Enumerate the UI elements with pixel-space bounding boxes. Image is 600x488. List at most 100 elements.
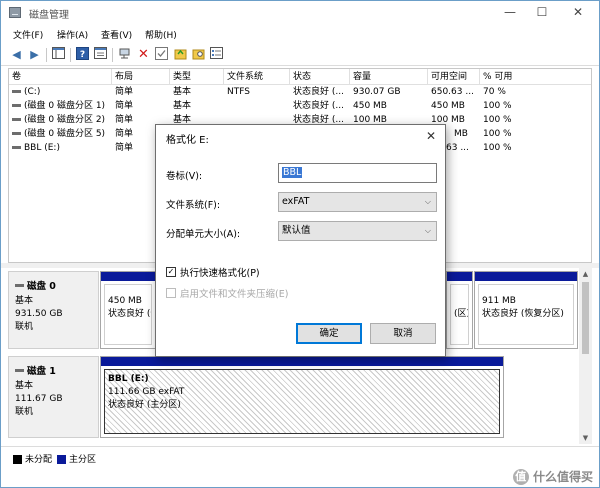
volume-label-value: BBL xyxy=(282,167,303,178)
toolbar-separator xyxy=(70,48,71,62)
forward-arrow-icon[interactable]: ▶ xyxy=(27,47,42,62)
cancel-button[interactable]: 取消 xyxy=(370,323,436,344)
disk-0-size: 931.50 GB xyxy=(15,309,63,319)
status-cell: 状态良好 (... xyxy=(293,87,344,97)
disk-0-label[interactable]: 磁盘 0 基本 931.50 GB 联机 xyxy=(8,271,99,349)
partition-status: 状态良好 (恢复分区) xyxy=(482,309,564,319)
disk-0-name: 磁盘 0 xyxy=(15,278,92,292)
checkbox-checked-icon: ✓ xyxy=(166,267,176,277)
legend-bar: 未分配 主分区 xyxy=(1,446,599,468)
disk-icon xyxy=(15,368,24,372)
chevron-down-icon: ⌵ xyxy=(424,197,431,206)
disk-1-label[interactable]: 磁盘 1 基本 111.67 GB 联机 xyxy=(8,356,99,438)
disk-management-window: 磁盘管理 — ☐ ✕ 文件(F) 操作(A) 查看(V) 帮助(H) ◀ ▶ ?… xyxy=(0,0,600,488)
partition-label: BBL (E:) xyxy=(108,374,149,384)
scroll-up-icon[interactable]: ▲ xyxy=(579,268,592,280)
partition-size: 911 MB xyxy=(482,296,516,306)
menu-view[interactable]: 查看(V) xyxy=(101,28,132,41)
back-arrow-icon[interactable]: ◀ xyxy=(9,47,24,62)
delete-icon[interactable]: ✕ xyxy=(136,47,151,62)
allocation-unit-select[interactable]: 默认值 ⌵ xyxy=(278,221,437,241)
disk-0-status: 联机 xyxy=(15,322,34,332)
window-title: 磁盘管理 xyxy=(29,10,69,21)
layout-cell: 简单 xyxy=(115,101,134,111)
partition-body: 911 MB 状态良好 (恢复分区) xyxy=(478,284,574,345)
disk-0-partition-1[interactable]: 450 MB 状态良好 (恢 xyxy=(100,271,156,349)
disk-0-type: 基本 xyxy=(15,296,34,306)
partition-stripe xyxy=(101,272,155,281)
drive-icon xyxy=(12,90,21,93)
menu-file[interactable]: 文件(F) xyxy=(13,28,43,41)
folder-up-icon[interactable] xyxy=(173,47,188,62)
quick-format-checkbox[interactable]: ✓ 执行快速格式化(P) xyxy=(166,265,260,279)
status-cell: 状态良好 (... xyxy=(293,101,344,111)
column-header-percent-free[interactable]: % 可用 xyxy=(480,69,591,85)
table-row[interactable]: (C:) 简单 基本 NTFS 状态良好 (... 930.07 GB 650.… xyxy=(9,85,591,99)
help-icon[interactable]: ? xyxy=(75,47,90,62)
partition-stripe xyxy=(101,357,503,366)
console-tree-icon[interactable] xyxy=(51,47,66,62)
partition-status: (区) xyxy=(454,309,469,319)
legend-swatch xyxy=(57,455,66,464)
dialog-close-button[interactable]: ✕ xyxy=(421,127,441,145)
disk-1-name: 磁盘 1 xyxy=(15,363,92,377)
toolbar-separator xyxy=(46,48,47,62)
column-header-layout[interactable]: 布局 xyxy=(112,69,170,85)
watermark-text: 什么值得买 xyxy=(532,469,593,484)
toolbar-separator xyxy=(112,48,113,62)
partition-stripe xyxy=(475,272,577,281)
free-space-cell: 450 MB xyxy=(431,101,465,111)
percent-free-cell: 100 % xyxy=(483,115,512,125)
drive-icon xyxy=(12,146,21,149)
volume-name-cell: (磁盘 0 磁盘分区 5) xyxy=(9,127,112,141)
disk-view-scrollbar[interactable]: ▲ ▼ xyxy=(579,268,592,444)
properties-icon[interactable] xyxy=(93,47,108,62)
file-system-label: 文件系统(F): xyxy=(166,200,221,211)
legend-swatch xyxy=(13,455,22,464)
connect-icon[interactable] xyxy=(118,47,133,62)
disk-0-partition-recovery[interactable]: 911 MB 状态良好 (恢复分区) xyxy=(474,271,578,349)
disk-1-partition-e[interactable]: BBL (E:) 111.66 GB exFAT 状态良好 (主分区) xyxy=(100,356,504,438)
ok-button[interactable]: 确定 xyxy=(296,323,362,344)
column-header-capacity[interactable]: 容量 xyxy=(350,69,428,85)
column-header-free-space[interactable]: 可用空间 xyxy=(428,69,480,85)
file-system-select[interactable]: exFAT ⌵ xyxy=(278,192,437,212)
type-cell: 基本 xyxy=(173,87,192,97)
column-header-filesystem[interactable]: 文件系统 xyxy=(224,69,290,85)
free-space-cell: 650.63 ... xyxy=(431,87,474,97)
volume-name-cell: (磁盘 0 磁盘分区 2) xyxy=(9,113,112,127)
allocation-unit-value: 默认值 xyxy=(282,225,311,236)
menu-action[interactable]: 操作(A) xyxy=(57,28,88,41)
percent-free-cell: 100 % xyxy=(483,129,512,139)
column-header-volume[interactable]: 卷 xyxy=(9,69,112,85)
partition-body: (区) xyxy=(450,284,469,345)
check-icon[interactable] xyxy=(154,47,169,62)
drive-icon xyxy=(12,132,21,135)
table-row[interactable]: (磁盘 0 磁盘分区 1) 简单 基本 状态良好 (... 450 MB 450… xyxy=(9,99,591,113)
volume-name-cell: (磁盘 0 磁盘分区 1) xyxy=(9,99,112,113)
volume-list-header: 卷 布局 类型 文件系统 状态 容量 可用空间 % 可用 xyxy=(9,69,591,85)
disk-icon xyxy=(15,283,24,287)
search-folder-icon[interactable] xyxy=(191,47,206,62)
percent-free-cell: 100 % xyxy=(483,143,512,153)
list-icon[interactable] xyxy=(209,47,224,62)
drive-icon xyxy=(12,104,21,107)
minimize-button[interactable]: — xyxy=(493,1,527,23)
capacity-cell: 930.07 GB xyxy=(353,87,401,97)
volume-label-input[interactable]: BBL xyxy=(278,163,437,183)
disk-management-icon xyxy=(9,7,21,18)
dialog-title: 格式化 E: xyxy=(166,135,209,146)
column-header-type[interactable]: 类型 xyxy=(170,69,224,85)
menu-bar: 文件(F) 操作(A) 查看(V) 帮助(H) xyxy=(1,25,599,44)
legend-unallocated: 未分配 xyxy=(13,452,52,465)
close-button[interactable]: ✕ xyxy=(561,1,595,23)
scroll-down-icon[interactable]: ▼ xyxy=(579,432,592,444)
scroll-thumb[interactable] xyxy=(582,282,589,354)
menu-help[interactable]: 帮助(H) xyxy=(145,28,177,41)
column-header-status[interactable]: 状态 xyxy=(290,69,350,85)
disk-0-partition-c[interactable]: (区) xyxy=(446,271,473,349)
maximize-button[interactable]: ☐ xyxy=(525,1,559,23)
title-bar: 磁盘管理 — ☐ ✕ xyxy=(1,1,599,25)
file-system-value: exFAT xyxy=(282,196,310,207)
partition-status: 状态良好 (主分区) xyxy=(108,400,181,410)
